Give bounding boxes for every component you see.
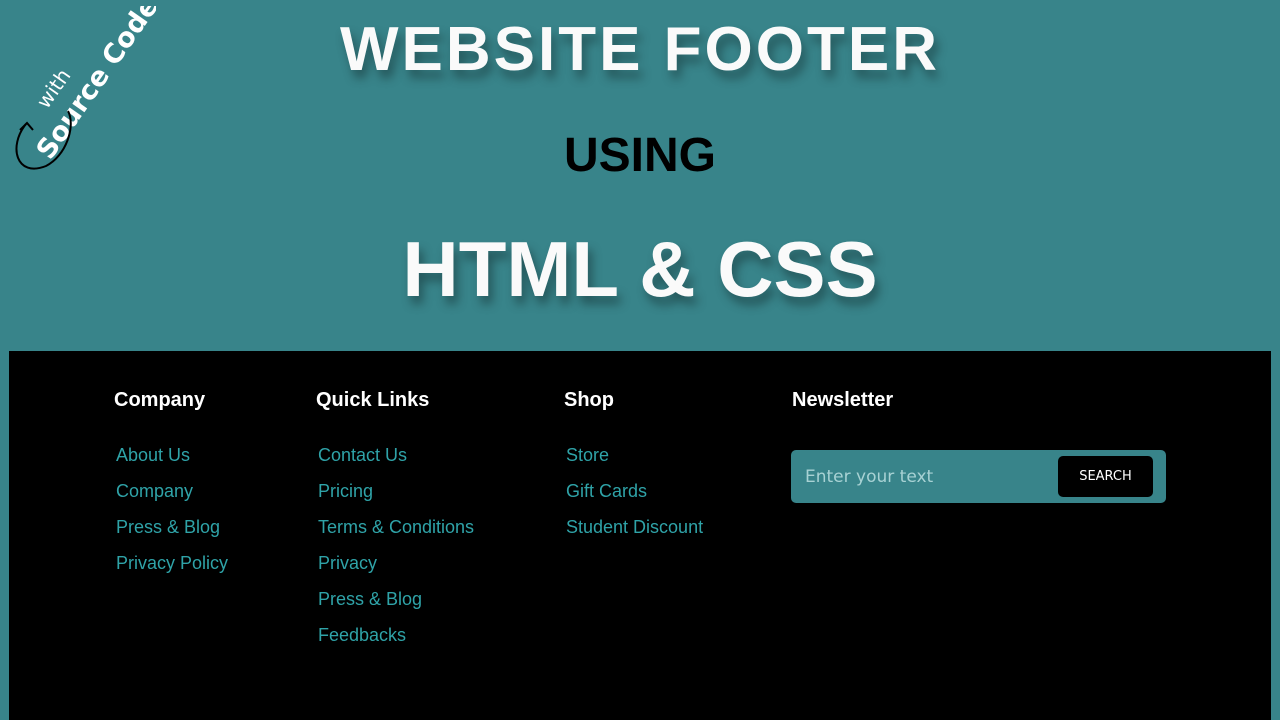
column-heading: Shop <box>564 389 614 411</box>
footer-link-press-blog[interactable]: Press & Blog <box>318 588 474 610</box>
footer-link-privacy[interactable]: Privacy <box>318 552 474 574</box>
footer-link-pricing[interactable]: Pricing <box>318 480 474 502</box>
footer-link-press-blog[interactable]: Press & Blog <box>116 516 228 538</box>
column-heading: Company <box>114 389 206 411</box>
footer-link-contact-us[interactable]: Contact Us <box>318 444 474 466</box>
footer-link-terms[interactable]: Terms & Conditions <box>318 516 474 538</box>
footer-link-about-us[interactable]: About Us <box>116 444 228 466</box>
newsletter-input[interactable] <box>803 462 1047 492</box>
column-heading: Quick Links <box>316 389 430 411</box>
footer-link-company[interactable]: Company <box>116 480 228 502</box>
title-line-3: HTML & CSS <box>402 225 878 313</box>
footer-column-newsletter: Newsletter <box>792 389 893 444</box>
footer-link-feedbacks[interactable]: Feedbacks <box>318 624 474 646</box>
footer-column-shop: Shop Store Gift Cards Student Discount <box>564 389 703 552</box>
footer-link-privacy-policy[interactable]: Privacy Policy <box>116 552 228 574</box>
footer-link-student-discount[interactable]: Student Discount <box>566 516 703 538</box>
footer-column-company: Company About Us Company Press & Blog Pr… <box>114 389 228 588</box>
newsletter-form: SEARCH <box>791 450 1166 503</box>
title-line-2: USING <box>563 129 716 182</box>
footer-link-store[interactable]: Store <box>566 444 703 466</box>
title-line-1: WEBSITE FOOTER <box>340 15 940 84</box>
search-button[interactable]: SEARCH <box>1058 456 1153 497</box>
column-heading: Newsletter <box>792 389 894 411</box>
footer-column-quick-links: Quick Links Contact Us Pricing Terms & C… <box>316 389 474 660</box>
footer: Company About Us Company Press & Blog Pr… <box>9 351 1271 720</box>
footer-link-gift-cards[interactable]: Gift Cards <box>566 480 703 502</box>
